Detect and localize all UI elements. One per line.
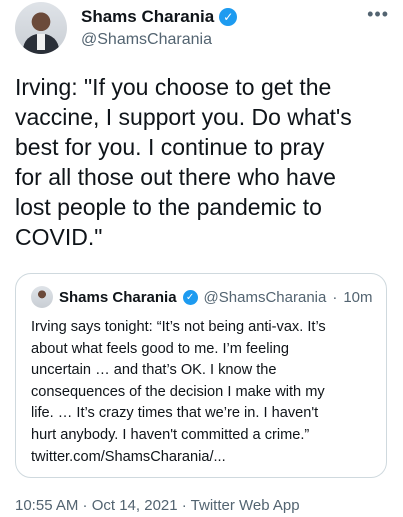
- tweet-header: Shams Charania ✓ @ShamsCharania •••: [15, 0, 393, 60]
- quoted-tweet-card[interactable]: Shams Charania ✓ @ShamsCharania · 10m Ir…: [15, 273, 387, 478]
- quoted-tweet-header: Shams Charania ✓ @ShamsCharania · 10m: [31, 286, 373, 308]
- quoted-verified-badge-icon: ✓: [182, 289, 198, 305]
- quoted-author-name: Shams Charania: [59, 288, 177, 306]
- author-name-row: Shams Charania ✓: [81, 7, 238, 27]
- author-avatar[interactable]: [15, 2, 67, 54]
- author-name[interactable]: Shams Charania: [81, 7, 214, 27]
- quoted-tweet-text: Irving says tonight: “It’s not being ant…: [31, 319, 326, 465]
- verified-badge-icon: ✓: [219, 8, 238, 26]
- avatar-shirt: [37, 34, 45, 50]
- author-handle[interactable]: @ShamsCharania: [81, 31, 212, 49]
- more-options-icon[interactable]: •••: [367, 4, 389, 25]
- quoted-separator: ·: [332, 288, 338, 306]
- tweet-text: Irving: "If you choose to get the vaccin…: [15, 74, 352, 250]
- quoted-author-avatar: [31, 286, 53, 308]
- quoted-timestamp: 10m: [343, 288, 373, 306]
- tweet-timestamp-footer[interactable]: 10:55 AM · Oct 14, 2021 · Twitter Web Ap…: [15, 497, 300, 514]
- quoted-author-handle: @ShamsCharania: [203, 288, 327, 306]
